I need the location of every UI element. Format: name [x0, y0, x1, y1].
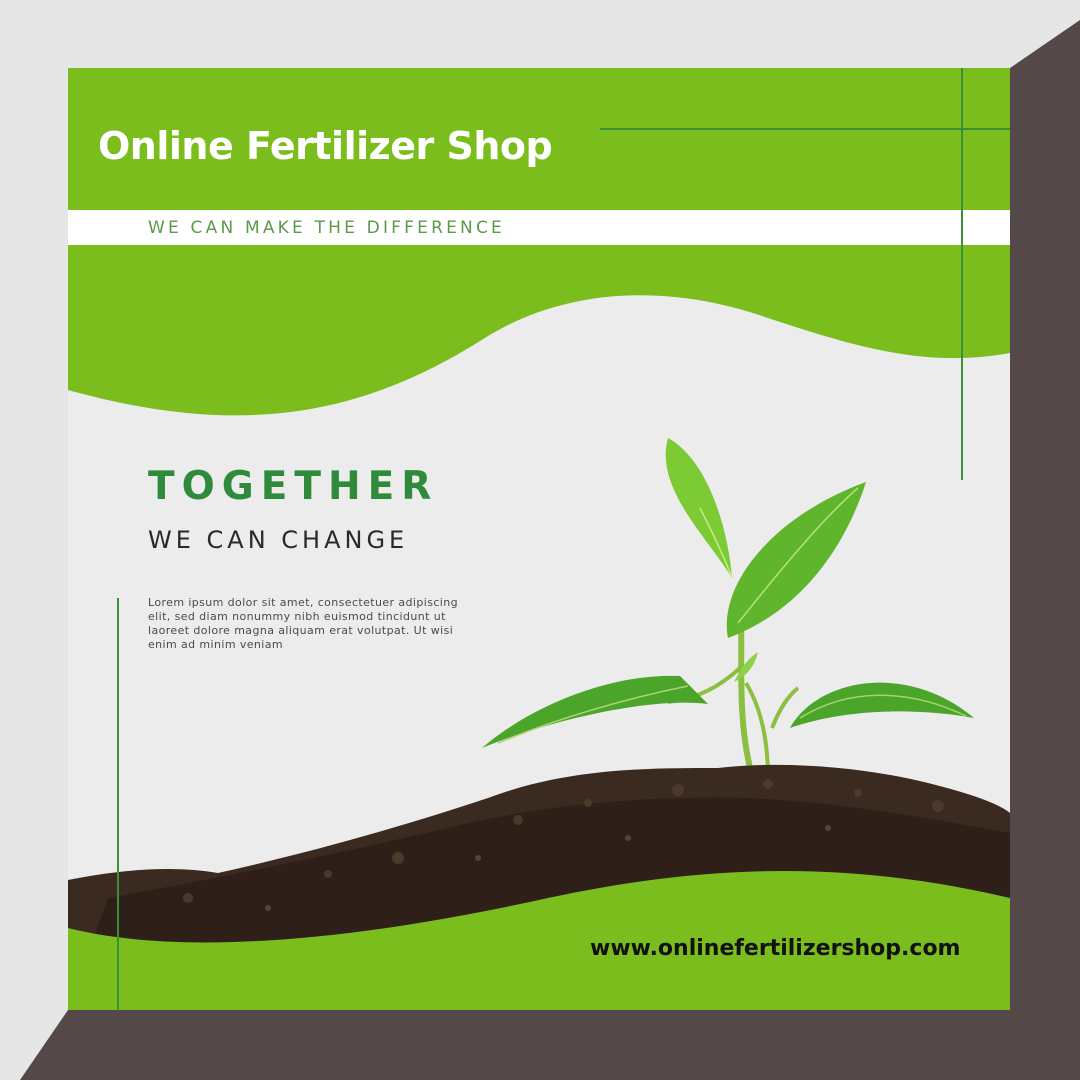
- headline: TOGETHER: [148, 464, 439, 509]
- body-text: Lorem ipsum dolor sit amet, consectetuer…: [148, 596, 458, 651]
- seedling-plant: [482, 438, 974, 779]
- brand-title: Online Fertilizer Shop: [98, 124, 553, 168]
- subheadline: WE CAN CHANGE: [148, 526, 409, 554]
- tagline: WE CAN MAKE THE DIFFERENCE: [148, 218, 505, 238]
- poster-card: Online Fertilizer Shop WE CAN MAKE THE D…: [68, 68, 1010, 1010]
- website-link[interactable]: www.onlinefertilizershop.com: [590, 936, 960, 961]
